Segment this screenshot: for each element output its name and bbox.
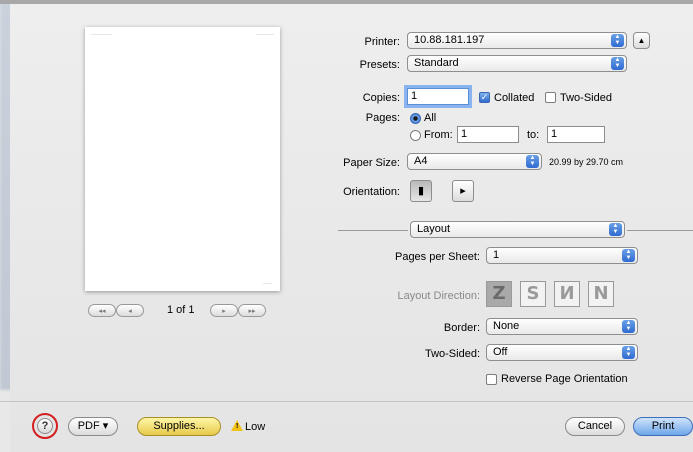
copies-field[interactable]: 1 bbox=[407, 88, 469, 105]
popup-arrows-icon: ▲ ▼ bbox=[609, 223, 622, 236]
paper-dimensions: 20.99 by 29.70 cm bbox=[549, 157, 624, 167]
print-button[interactable]: Print bbox=[633, 417, 693, 436]
first-page-button[interactable]: ◂◂ bbox=[88, 304, 116, 317]
paper-size-select[interactable]: A4 ▲ ▼ bbox=[407, 153, 542, 170]
two-sided-label: Two-Sided bbox=[560, 92, 612, 104]
page-preview: ——————— —————— ——— bbox=[85, 27, 280, 291]
section-divider-left bbox=[338, 230, 408, 231]
border-select[interactable]: None ▲ ▼ bbox=[486, 318, 638, 335]
two-sided-checkbox[interactable] bbox=[545, 92, 556, 103]
pages-to-field[interactable]: 1 bbox=[547, 126, 605, 143]
pdf-menu-button[interactable]: PDF ▾ bbox=[68, 417, 118, 436]
landscape-icon: ▸ bbox=[460, 185, 466, 197]
pages-from-label: From: bbox=[424, 129, 453, 141]
pages-from-field[interactable]: 1 bbox=[457, 126, 519, 143]
pages-to-label: to: bbox=[527, 129, 540, 141]
collated-checkbox[interactable]: ✓ bbox=[479, 92, 490, 103]
border-label: Border: bbox=[443, 322, 480, 334]
layout-two-sided-value: Off bbox=[493, 346, 508, 358]
pages-per-sheet-select[interactable]: 1 ▲ ▼ bbox=[486, 247, 638, 264]
previous-page-button[interactable]: ◂ bbox=[116, 304, 144, 317]
popup-arrows-icon: ▲ ▼ bbox=[611, 34, 624, 47]
pages-all-radio[interactable] bbox=[410, 113, 421, 124]
footer-divider bbox=[0, 401, 693, 402]
cancel-button[interactable]: Cancel bbox=[565, 417, 625, 436]
reverse-orientation-checkbox[interactable] bbox=[486, 374, 497, 385]
pages-per-sheet-value: 1 bbox=[493, 249, 500, 261]
landscape-orientation-button[interactable]: ▸ bbox=[452, 180, 474, 202]
supplies-button[interactable]: Supplies... bbox=[137, 417, 221, 436]
page-indicator: 1 of 1 bbox=[167, 304, 195, 316]
layout-direction-reverse-n-icon[interactable]: И bbox=[554, 281, 580, 307]
next-page-button[interactable]: ▸ bbox=[210, 304, 238, 317]
section-divider-right bbox=[627, 230, 693, 231]
portrait-orientation-button[interactable]: ▮ bbox=[410, 180, 432, 202]
portrait-icon: ▮ bbox=[417, 185, 425, 197]
section-select[interactable]: Layout ▲ ▼ bbox=[410, 221, 625, 238]
highlight-circle bbox=[32, 413, 58, 439]
section-value: Layout bbox=[417, 223, 451, 235]
last-page-button[interactable]: ▸▸ bbox=[238, 304, 266, 317]
presets-value: Standard bbox=[414, 57, 459, 69]
layout-two-sided-label: Two-Sided: bbox=[424, 348, 480, 360]
pages-per-sheet-label: Pages per Sheet: bbox=[394, 251, 480, 263]
reverse-orientation-label: Reverse Page Orientation bbox=[501, 373, 628, 385]
layout-direction-s-icon[interactable]: S bbox=[520, 281, 546, 307]
layout-direction-n-icon[interactable]: N bbox=[588, 281, 614, 307]
border-value: None bbox=[493, 320, 520, 332]
supply-status: Low bbox=[245, 421, 266, 433]
pages-from-radio[interactable] bbox=[410, 130, 421, 141]
orientation-label: Orientation: bbox=[343, 186, 400, 198]
popup-arrows-icon: ▲ ▼ bbox=[622, 320, 635, 333]
printer-select[interactable]: 10.88.181.197 ▲ ▼ bbox=[407, 32, 627, 49]
sheet-top-edge bbox=[0, 0, 693, 4]
popup-arrows-icon: ▲ ▼ bbox=[611, 57, 624, 70]
copies-label: Copies: bbox=[362, 92, 400, 104]
printer-value: 10.88.181.197 bbox=[414, 34, 485, 46]
layout-direction-label: Layout Direction: bbox=[397, 290, 480, 302]
printer-label: Printer: bbox=[364, 36, 400, 48]
pages-label: Pages: bbox=[365, 112, 400, 124]
layout-direction-z-icon[interactable]: Z bbox=[486, 281, 512, 307]
presets-select[interactable]: Standard ▲ ▼ bbox=[407, 55, 627, 72]
presets-label: Presets: bbox=[359, 59, 400, 71]
popup-arrows-icon: ▲ ▼ bbox=[622, 249, 635, 262]
warning-mark: ! bbox=[236, 423, 239, 430]
layout-two-sided-select[interactable]: Off ▲ ▼ bbox=[486, 344, 638, 361]
paper-size-value: A4 bbox=[414, 155, 428, 167]
pages-all-label: All bbox=[424, 112, 437, 124]
popup-arrows-icon: ▲ ▼ bbox=[526, 155, 539, 168]
collapse-dialog-button[interactable]: ▲ bbox=[633, 32, 650, 49]
popup-arrows-icon: ▲ ▼ bbox=[622, 346, 635, 359]
paper-size-label: Paper Size: bbox=[343, 157, 400, 169]
collated-label: Collated bbox=[494, 92, 535, 104]
